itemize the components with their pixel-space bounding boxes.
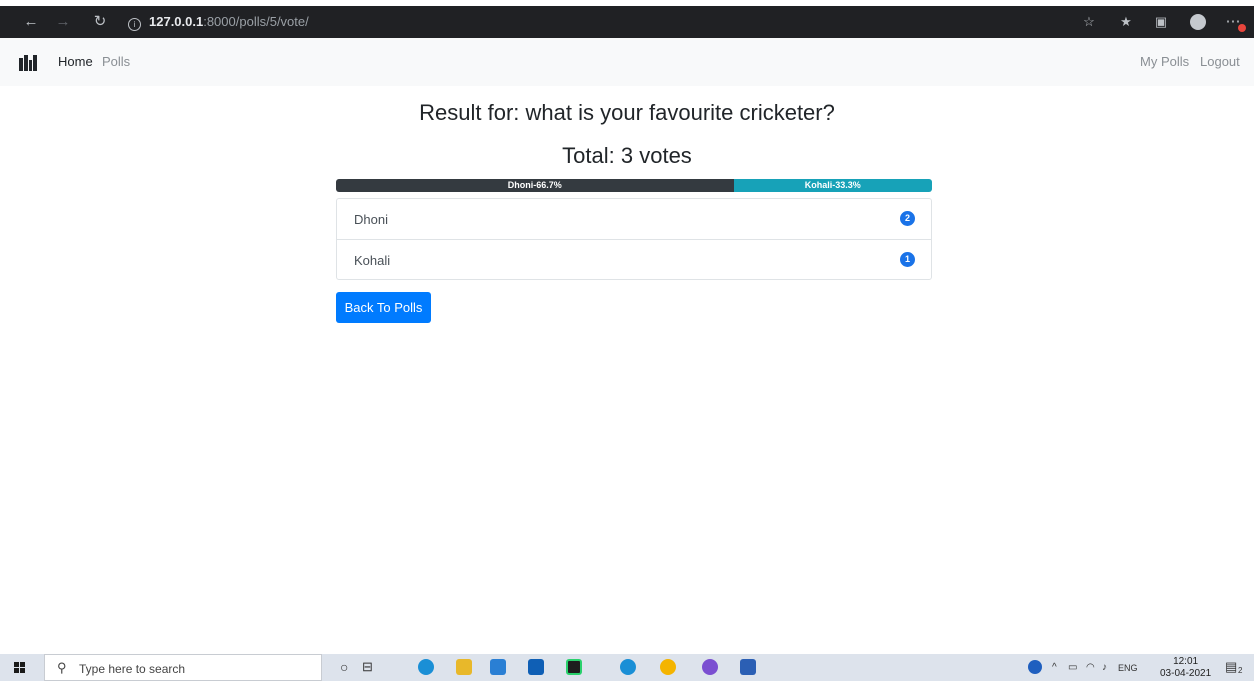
collections-icon[interactable]: ▣ xyxy=(1150,6,1172,38)
battery-icon[interactable]: ▭ xyxy=(1068,662,1077,673)
favorites-icon[interactable]: ★ xyxy=(1115,6,1137,38)
cortana-icon[interactable]: ○ xyxy=(340,659,348,675)
chrome-icon[interactable] xyxy=(660,659,676,675)
edge-active-icon[interactable] xyxy=(620,659,636,675)
profile-avatar[interactable] xyxy=(1190,14,1206,30)
more-icon[interactable]: ⋯ xyxy=(1222,6,1244,38)
clock-date: 03-04-2021 xyxy=(1160,668,1212,679)
progress-segment-kohali: Kohali-33.3% xyxy=(733,179,932,192)
windows-taskbar: ⚲ Type here to search ○ ⊟ ^ ▭ ◠ ♪ ENG 12… xyxy=(0,654,1254,681)
volume-icon[interactable]: ♪ xyxy=(1102,662,1107,673)
progress-segment-dhoni: Dhoni-66.7% xyxy=(336,179,734,192)
back-to-polls-button[interactable]: Back To Polls xyxy=(336,292,431,323)
choice-name: Dhoni xyxy=(354,212,388,227)
search-icon: ⚲ xyxy=(57,660,67,675)
total-votes: Total: 3 votes xyxy=(562,143,692,168)
list-item: Dhoni 2 xyxy=(337,199,931,239)
taskbar-clock[interactable]: 12:01 03-04-2021 xyxy=(1160,656,1211,680)
language-indicator[interactable]: ENG xyxy=(1118,663,1138,673)
url-path: :8000/polls/5/vote/ xyxy=(203,14,309,29)
wifi-icon[interactable]: ◠ xyxy=(1086,662,1095,673)
back-arrow-icon[interactable]: ← xyxy=(20,6,42,38)
choice-list: Dhoni 2 Kohali 1 xyxy=(336,198,932,280)
nav-polls-link[interactable]: Polls xyxy=(102,54,130,69)
pycharm-icon[interactable] xyxy=(566,659,582,675)
vote-count-badge: 2 xyxy=(900,211,915,226)
notification-dot xyxy=(1238,24,1246,32)
vote-count-badge: 1 xyxy=(900,252,915,267)
nav-my-polls-link[interactable]: My Polls xyxy=(1140,54,1189,69)
result-progress-bar: Dhoni-66.7% Kohali-33.3% xyxy=(336,179,932,192)
windows-start-icon[interactable] xyxy=(14,662,26,674)
list-item: Kohali 1 xyxy=(337,239,931,280)
forward-arrow-icon[interactable]: → xyxy=(52,6,74,38)
help-icon[interactable] xyxy=(1028,660,1042,674)
task-view-icon[interactable]: ⊟ xyxy=(362,659,373,675)
edge-icon[interactable] xyxy=(418,659,434,675)
reload-icon[interactable]: ↻ xyxy=(89,6,111,38)
notification-count: 2 xyxy=(1238,666,1243,675)
clock-time: 12:01 xyxy=(1173,656,1199,667)
choice-name: Kohali xyxy=(354,253,391,268)
nav-logout-link[interactable]: Logout xyxy=(1200,54,1240,69)
mail-icon[interactable] xyxy=(490,659,506,675)
browser-toolbar: ← → ↻ i 127.0.0.1:8000/polls/5/vote/ ☆ ★ … xyxy=(0,6,1254,38)
page-title: Result for: what is your favourite crick… xyxy=(419,100,835,125)
taskbar-search-input[interactable]: ⚲ Type here to search xyxy=(44,654,322,681)
file-explorer-icon[interactable] xyxy=(456,659,472,675)
url-host: 127.0.0.1 xyxy=(149,14,204,29)
dropbox-icon[interactable] xyxy=(528,659,544,675)
word-icon[interactable] xyxy=(740,659,756,675)
github-icon[interactable] xyxy=(702,659,718,675)
notification-center-icon[interactable]: ▤ xyxy=(1225,659,1237,675)
nav-home-link[interactable]: Home xyxy=(58,54,93,69)
brand-logo-icon[interactable] xyxy=(19,55,37,71)
info-icon[interactable]: i xyxy=(128,18,141,31)
address-bar[interactable]: i 127.0.0.1:8000/polls/5/vote/ xyxy=(128,12,1178,32)
search-placeholder: Type here to search xyxy=(79,662,186,676)
tray-chevron-icon[interactable]: ^ xyxy=(1052,662,1057,673)
star-icon[interactable]: ☆ xyxy=(1078,6,1100,38)
site-navbar: Home Polls My Polls Logout xyxy=(0,38,1254,86)
